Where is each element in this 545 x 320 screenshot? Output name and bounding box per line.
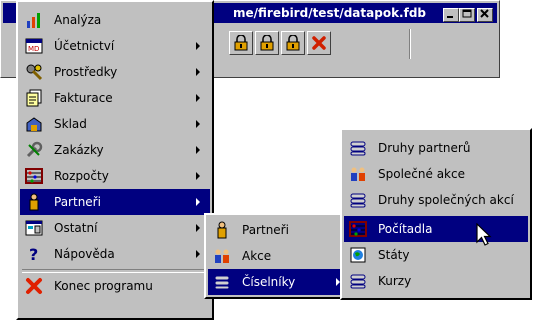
submenu-arrow-icon [196, 172, 200, 180]
menu-item-druhy-partneru[interactable]: Druhy partnerů [344, 135, 528, 161]
menu-item-label: Analýza [54, 13, 102, 27]
toolbar-delete-button[interactable] [307, 31, 331, 55]
menu-item-label: Číselníky [242, 275, 296, 289]
menu-item-label: Akce [242, 249, 272, 263]
person-icon [24, 192, 44, 212]
close-button[interactable] [477, 8, 493, 22]
wrench-icon [24, 140, 44, 160]
ledger-icon: MD [24, 36, 44, 56]
submenu-arrow-icon [196, 68, 200, 76]
invoice-icon [24, 88, 44, 108]
menu-item-label: Druhy partnerů [378, 141, 471, 155]
menu-item-rozpocty[interactable]: Rozpočty [20, 163, 210, 189]
menu-item-druhy-spolecnych-akci[interactable]: Druhy společných akcí [344, 187, 528, 213]
menu-item-label: Ostatní [54, 221, 98, 235]
submenu-arrow-icon [196, 198, 200, 206]
mouse-pointer-icon [476, 223, 492, 246]
menu-item-sklad[interactable]: Sklad [20, 111, 210, 137]
menu-item-label: Prostředky [54, 65, 118, 79]
maximize-button[interactable] [459, 8, 475, 22]
menu-item-label: Státy [378, 248, 410, 262]
ciselniky-submenu: Druhy partnerů Společné akce Druhy spole… [340, 128, 532, 300]
menu-item-label: Sklad [54, 117, 87, 131]
menu-item-pocitadla[interactable]: Počítadla [344, 216, 528, 242]
menu-item-label: Partneři [54, 195, 101, 209]
menu-item-label: Kurzy [378, 274, 412, 288]
menu-item-zakazky[interactable]: Zakázky [20, 137, 210, 163]
maximize-icon [462, 9, 472, 18]
globe-icon [348, 245, 368, 265]
toolbar-lock-button-1[interactable] [229, 31, 253, 55]
menu-item-label: Konec programu [54, 279, 153, 293]
window-title: me/firebird/test/datapok.fdb [233, 6, 427, 20]
menu-item-label: Počítadla [378, 222, 433, 236]
help-icon: ? [24, 244, 44, 264]
menu-item-label: Účetnictví [54, 39, 115, 53]
menu-item-ciselniky[interactable]: Číselníky [208, 269, 350, 295]
menu-item-staty[interactable]: Státy [344, 242, 528, 268]
menu-item-partneri-list[interactable]: Partneři [208, 217, 350, 243]
menu-item-label: Rozpočty [54, 169, 109, 183]
lock-icon [286, 35, 300, 51]
list-icon [348, 138, 368, 158]
main-menu: Analýza MD Účetnictví Prostředky Faktura… [16, 0, 214, 320]
menu-item-fakturace[interactable]: Fakturace [20, 85, 210, 111]
menu-item-spolecne-akce[interactable]: Společné akce [344, 161, 528, 187]
list-icon [348, 190, 368, 210]
people-icon [212, 246, 232, 266]
svg-text:MD: MD [28, 45, 39, 53]
menu-item-kurzy[interactable]: Kurzy [344, 268, 528, 294]
lock-icon [234, 35, 248, 51]
toolbar-lock-button-2[interactable] [255, 31, 279, 55]
menu-item-label: Partneři [242, 223, 289, 237]
menu-item-ucetnictvi[interactable]: MD Účetnictví [20, 33, 210, 59]
abacus-icon [348, 219, 368, 239]
partneri-submenu: Partneři Akce Číselníky [204, 213, 354, 299]
menu-item-label: Nápověda [54, 247, 115, 261]
toolbar-lock-button-3[interactable] [281, 31, 305, 55]
menu-item-konec-programu[interactable]: Konec programu [20, 273, 210, 299]
menu-item-partneri[interactable]: Partneři [20, 189, 210, 215]
menu-item-label: Druhy společných akcí [378, 193, 514, 207]
menu-item-label: Společné akce [378, 167, 465, 181]
submenu-arrow-icon [196, 42, 200, 50]
toolbar-separator [409, 29, 411, 59]
submenu-arrow-icon [196, 250, 200, 258]
delete-icon [312, 36, 326, 50]
svg-text:?: ? [29, 245, 38, 263]
list-icon [212, 272, 232, 292]
exit-icon [24, 276, 44, 296]
list-icon [348, 271, 368, 291]
minimize-icon [447, 16, 453, 18]
chart-icon [24, 10, 44, 30]
tools-icon [24, 62, 44, 82]
submenu-arrow-icon [196, 146, 200, 154]
window-icon [24, 218, 44, 238]
menu-item-label: Zakázky [54, 143, 104, 157]
warehouse-icon [24, 114, 44, 134]
menu-item-analyza[interactable]: Analýza [20, 7, 210, 33]
menu-item-label: Fakturace [54, 91, 113, 105]
submenu-arrow-icon [196, 224, 200, 232]
close-icon [480, 9, 489, 18]
submenu-arrow-icon [196, 120, 200, 128]
people-icon [348, 164, 368, 184]
person-icon [212, 220, 232, 240]
minimize-button[interactable] [443, 8, 459, 22]
menu-item-prostredky[interactable]: Prostředky [20, 59, 210, 85]
menu-item-napoveda[interactable]: ? Nápověda [20, 241, 210, 267]
lock-icon [260, 35, 274, 51]
menu-item-akce[interactable]: Akce [208, 243, 350, 269]
submenu-arrow-icon [196, 94, 200, 102]
menu-item-ostatni[interactable]: Ostatní [20, 215, 210, 241]
abacus-icon [24, 166, 44, 186]
